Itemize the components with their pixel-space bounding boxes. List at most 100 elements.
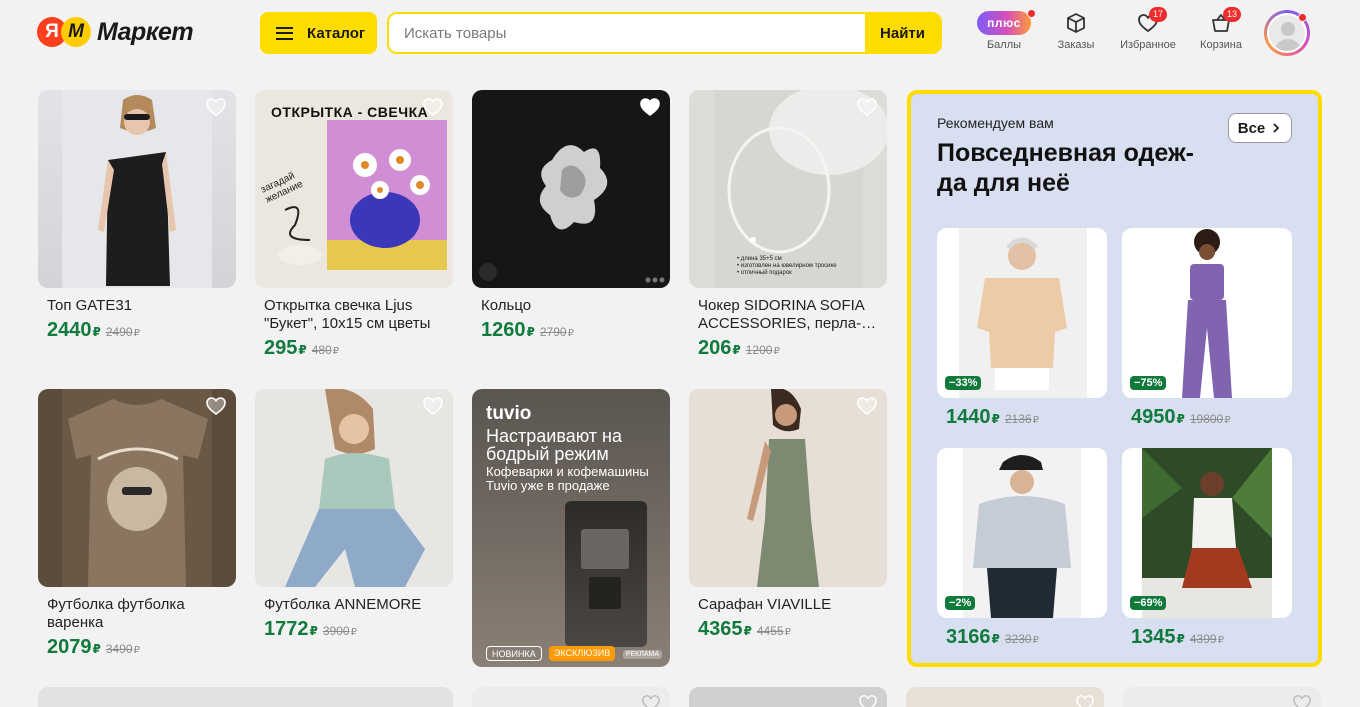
price-row: 295 ₽ 480 ₽: [255, 337, 453, 360]
favorite-heart-icon[interactable]: [856, 396, 878, 421]
product-card-partial[interactable]: [472, 687, 670, 707]
discount-badge: −33%: [945, 376, 982, 390]
product-card[interactable]: Футболка ANNEMORE 1772 ₽ 3900 ₽: [255, 389, 453, 641]
favorite-heart-icon[interactable]: [641, 694, 661, 707]
product-image: [472, 90, 670, 288]
promo-subtitle: Кофеварки и кофемашины Tuvio уже в прода…: [486, 464, 649, 493]
price-row: 206 ₽ 1200 ₽: [689, 337, 887, 360]
search-bar: Найти: [387, 12, 942, 54]
search-input[interactable]: [389, 14, 865, 52]
product-card[interactable]: Сарафан VIAVILLE 4365 ₽ 4455 ₽: [689, 389, 887, 641]
header: Я М Маркет Каталог Найти плюс Баллы Зака…: [0, 0, 1360, 66]
favorite-heart-icon[interactable]: [1075, 694, 1095, 707]
see-all-button[interactable]: Все: [1228, 113, 1292, 143]
price-row: 4365 ₽ 4455 ₽: [689, 618, 887, 641]
catalog-button[interactable]: Каталог: [260, 12, 377, 54]
favorite-heart-icon[interactable]: [422, 396, 444, 421]
heart-icon: 17: [1137, 7, 1167, 36]
favorite-heart-icon[interactable]: [858, 694, 878, 707]
orders-link[interactable]: Заказы: [1040, 10, 1112, 51]
currency: ₽: [526, 325, 535, 339]
product-card[interactable]: • длина 35+5 см • изготовлен на ювелирно…: [689, 90, 887, 360]
product-card[interactable]: Футболка футболка варенка 2079 ₽ 3490 ₽: [38, 389, 236, 659]
favorite-heart-icon[interactable]: [639, 97, 661, 122]
price-row: 1440 ₽ 2136 ₽: [937, 406, 1107, 429]
product-card-partial[interactable]: [1123, 687, 1321, 707]
menu-icon: [276, 26, 293, 40]
product-card[interactable]: Кольцо 1260 ₽ 2790 ₽: [472, 90, 670, 342]
currency: ₽: [991, 412, 1000, 426]
price-row: 4950 ₽ 19800 ₽: [1122, 406, 1292, 429]
chevron-right-icon: [1273, 123, 1280, 133]
price: 3166: [946, 626, 991, 648]
favorite-heart-icon[interactable]: [422, 97, 444, 122]
product-image: [38, 389, 236, 587]
currency: ₽: [92, 642, 101, 656]
product-title: Чокер SIDORINA SOFIA ACCESSORIES, перла-…: [698, 297, 877, 332]
currency: ₽: [1176, 632, 1185, 646]
favorites-count-badge: 17: [1149, 7, 1167, 22]
rec-item-image: −33%: [937, 228, 1107, 398]
cart-link[interactable]: 13 Корзина: [1185, 7, 1257, 51]
promo-banner[interactable]: tuvio Настраивают на бодрый режим Кофева…: [472, 389, 670, 667]
product-title: Футболка футболка варенка: [47, 596, 185, 631]
price: 1772: [264, 618, 309, 640]
favorite-heart-icon[interactable]: [205, 396, 227, 421]
old-currency: ₽: [1224, 415, 1231, 426]
favorites-link[interactable]: 17 Избранное: [1112, 7, 1184, 51]
price-row: 1772 ₽ 3900 ₽: [255, 618, 453, 641]
old-price: 3490: [105, 642, 133, 656]
old-currency: ₽: [1032, 415, 1039, 426]
product-image: [255, 389, 453, 587]
cart-count-badge: 13: [1223, 7, 1241, 22]
product-card-partial[interactable]: [38, 687, 453, 707]
cart-icon: 13: [1210, 7, 1241, 36]
image-text: ОТКРЫТКА - СВЕЧКА: [271, 104, 429, 120]
old-currency: ₽: [350, 627, 357, 638]
price: 295: [264, 337, 298, 359]
old-currency: ₽: [784, 627, 791, 638]
price: 1440: [946, 406, 991, 428]
old-price: 480: [311, 343, 332, 357]
product-image: [38, 90, 236, 288]
old-currency: ₽: [773, 346, 780, 357]
favorite-heart-icon[interactable]: [1292, 694, 1312, 707]
price: 1260: [481, 319, 526, 341]
coffee-machine-image: [565, 501, 647, 647]
old-price: 2136: [1004, 412, 1032, 426]
rec-item[interactable]: −75% 4950 ₽ 19800 ₽: [1122, 228, 1292, 429]
old-price: 1200: [745, 343, 773, 357]
old-price: 3230: [1004, 632, 1032, 646]
ad-label: РЕКЛАМА: [622, 650, 662, 659]
image-notes: • длина 35+5 см • изготовлен на ювелирно…: [737, 256, 837, 277]
old-currency: ₽: [133, 328, 140, 339]
notification-dot: [1027, 9, 1036, 18]
cart-label: Корзина: [1200, 39, 1242, 51]
image-note: • длина 35+5 см: [737, 256, 782, 262]
old-price: 2790: [539, 325, 567, 339]
plus-badge: плюс: [977, 11, 1031, 35]
price-row: 1260 ₽ 2790 ₽: [472, 319, 670, 342]
product-image: • длина 35+5 см • изготовлен на ювелирно…: [689, 90, 887, 288]
price: 4365: [698, 618, 743, 640]
points-link[interactable]: плюс Баллы: [968, 9, 1040, 51]
rec-item-image: −75%: [1122, 228, 1292, 398]
search-button[interactable]: Найти: [865, 14, 940, 52]
product-card-partial[interactable]: [906, 687, 1104, 707]
favorite-heart-icon[interactable]: [856, 97, 878, 122]
old-price: 3900: [322, 624, 350, 638]
price: 1345: [1131, 626, 1176, 648]
rec-item[interactable]: −2% 3166 ₽ 3230 ₽: [937, 448, 1107, 649]
product-card[interactable]: Топ GATE31 2440 ₽ 2490 ₽: [38, 90, 236, 342]
product-card[interactable]: ОТКРЫТКА - СВЕЧКА загадай желание Открыт…: [255, 90, 453, 360]
rec-item[interactable]: −33% 1440 ₽ 2136 ₽: [937, 228, 1107, 429]
rec-item-image: −69%: [1122, 448, 1292, 618]
promo-tag-new: НОВИНКА: [486, 646, 542, 661]
old-currency: ₽: [1032, 635, 1039, 646]
market-logo[interactable]: Я М Маркет: [37, 17, 194, 47]
avatar[interactable]: [1264, 10, 1310, 56]
favorite-heart-icon[interactable]: [205, 97, 227, 122]
rec-item[interactable]: −69% 1345 ₽ 4399 ₽: [1122, 448, 1292, 649]
old-currency: ₽: [332, 346, 340, 357]
product-card-partial[interactable]: [689, 687, 887, 707]
